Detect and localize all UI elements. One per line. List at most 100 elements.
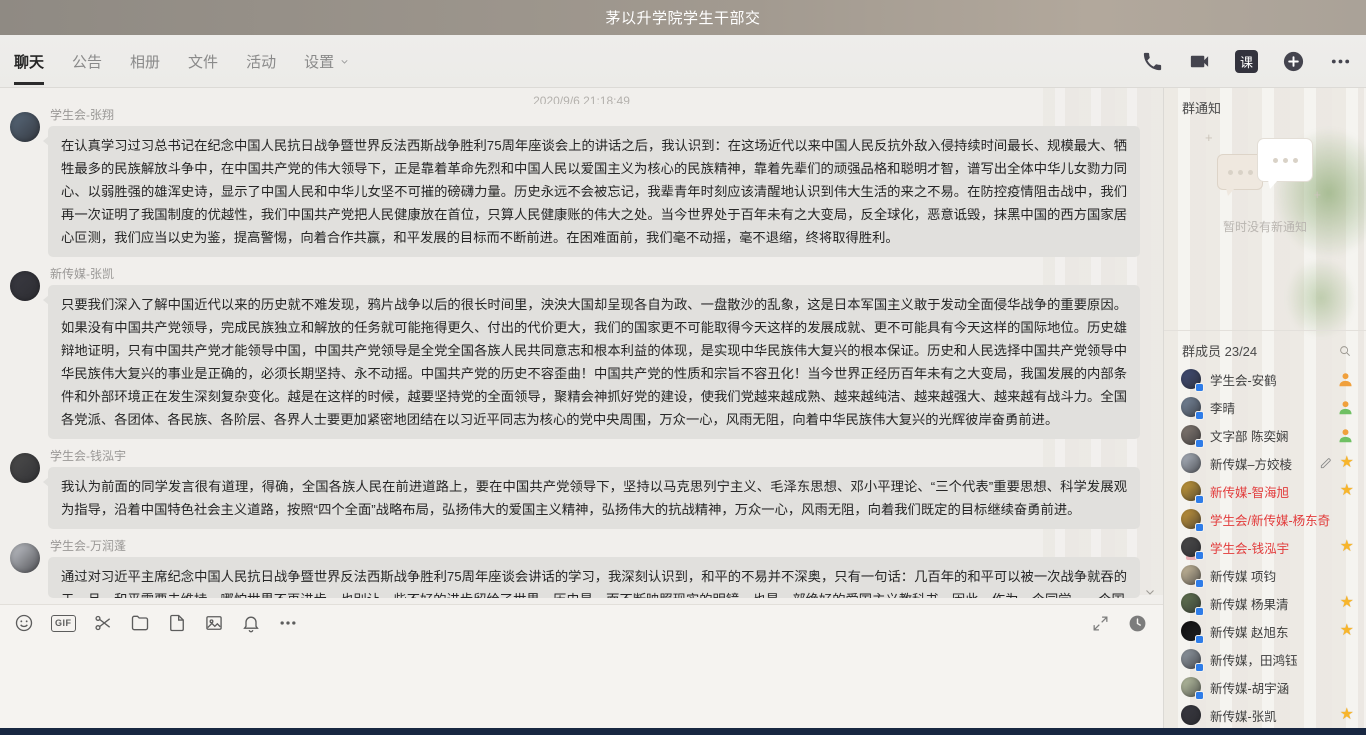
avatar[interactable] bbox=[10, 112, 40, 142]
mobile-online-badge bbox=[1195, 439, 1204, 448]
image-icon[interactable] bbox=[204, 613, 224, 633]
group-admin-icon bbox=[1337, 399, 1354, 416]
class-icon[interactable]: 课 bbox=[1235, 50, 1258, 73]
mobile-online-badge bbox=[1195, 551, 1204, 560]
member-name: 学生会-钱泓宇 bbox=[1210, 538, 1340, 557]
avatar bbox=[1181, 593, 1201, 613]
member-item[interactable]: 学生会-钱泓宇★ bbox=[1164, 533, 1366, 561]
voice-call-icon[interactable] bbox=[1141, 50, 1164, 73]
member-name: 李晴 bbox=[1210, 398, 1337, 417]
video-call-icon[interactable] bbox=[1188, 50, 1211, 73]
tab-label: 相册 bbox=[130, 51, 160, 72]
tab-chat[interactable]: 聊天 bbox=[14, 35, 44, 87]
message-bubble: 我认为前面的同学发言很有道理，得确，全国各族人民在前进道路上，要在中国共产党领导… bbox=[48, 467, 1140, 529]
chat-panel: 2020/9/6 21:18:49 学生会-张翔在认真学习过习总书记在纪念中国人… bbox=[0, 88, 1163, 735]
message-sender[interactable]: 新传媒-张凯 bbox=[50, 267, 1143, 281]
member-name: 新传媒–方姣棱 bbox=[1210, 454, 1319, 473]
top-actions: 课 bbox=[1141, 35, 1352, 87]
tab-activity[interactable]: 活动 bbox=[246, 35, 276, 87]
member-item[interactable]: 新传媒-胡宇涵 bbox=[1164, 673, 1366, 701]
expand-icon[interactable] bbox=[1091, 614, 1110, 633]
tab-announcement[interactable]: 公告 bbox=[72, 35, 102, 87]
member-item[interactable]: 新传媒–方姣棱 ★ bbox=[1164, 449, 1366, 477]
message-list[interactable]: 2020/9/6 21:18:49 学生会-张翔在认真学习过习总书记在纪念中国人… bbox=[0, 88, 1163, 603]
composer: GIF 关闭(C) 发送(S) bbox=[0, 605, 1163, 735]
member-item[interactable]: 学生会-安鹤 bbox=[1164, 365, 1366, 393]
message-input[interactable] bbox=[0, 641, 1163, 689]
gif-icon[interactable]: GIF bbox=[51, 615, 76, 632]
tab-label: 公告 bbox=[72, 51, 102, 72]
tab-files[interactable]: 文件 bbox=[188, 35, 218, 87]
avatar[interactable] bbox=[10, 453, 40, 483]
message-bubble: 在认真学习过习总书记在纪念中国人民抗日战争暨世界反法西斯战争胜利75周年座谈会上… bbox=[48, 126, 1140, 257]
star-badge-icon: ★ bbox=[1340, 539, 1354, 555]
emoji-icon[interactable] bbox=[14, 613, 34, 633]
search-icon[interactable] bbox=[1338, 344, 1352, 358]
tab-bar: 聊天 公告 相册 文件 活动 设置 bbox=[0, 35, 378, 87]
mobile-online-badge bbox=[1195, 411, 1204, 420]
member-name: 文字部 陈奕娴 bbox=[1210, 426, 1337, 445]
group-owner-icon bbox=[1337, 371, 1354, 388]
composer-toolbar: GIF bbox=[0, 605, 1163, 641]
mobile-online-badge bbox=[1195, 579, 1204, 588]
chat-message: 学生会-万润蓬通过对习近平主席纪念中国人民抗日战争暨世界反法西斯战争胜利75周年… bbox=[0, 539, 1163, 598]
star-badge-icon: ★ bbox=[1340, 707, 1354, 723]
folder-icon[interactable] bbox=[130, 613, 150, 633]
file-icon[interactable] bbox=[167, 613, 187, 633]
tab-album[interactable]: 相册 bbox=[130, 35, 160, 87]
mobile-online-badge bbox=[1195, 523, 1204, 532]
members-count: 群成员 23/24 bbox=[1182, 341, 1338, 360]
mobile-online-badge bbox=[1195, 383, 1204, 392]
add-icon[interactable] bbox=[1282, 50, 1305, 73]
avatar[interactable] bbox=[10, 271, 40, 301]
top-bar: 聊天 公告 相册 文件 活动 设置 课 bbox=[0, 35, 1366, 88]
avatar bbox=[1181, 425, 1201, 445]
member-item[interactable]: 新传媒，田鸿钰 bbox=[1164, 645, 1366, 673]
star-badge-icon: ★ bbox=[1340, 623, 1354, 639]
more-icon[interactable] bbox=[1329, 50, 1352, 73]
tab-label: 文件 bbox=[188, 51, 218, 72]
message-sender[interactable]: 学生会-万润蓬 bbox=[50, 539, 1143, 553]
member-item[interactable]: 新传媒-智海旭★ bbox=[1164, 477, 1366, 505]
tab-label: 设置 bbox=[304, 51, 334, 72]
member-item[interactable]: 学生会/新传媒-杨东奇 bbox=[1164, 505, 1366, 533]
window-title: 茅以升学院学生干部交 bbox=[605, 7, 760, 28]
member-item[interactable]: 新传媒 项钧 bbox=[1164, 561, 1366, 589]
composer-right-tools bbox=[1091, 605, 1147, 641]
avatar bbox=[1181, 509, 1201, 529]
screenshot-icon[interactable] bbox=[93, 613, 113, 633]
member-list: 学生会-安鹤李晴文字部 陈奕娴新传媒–方姣棱 ★ 新传媒-智海旭★ 学生会/新传媒-杨… bbox=[1164, 365, 1366, 735]
tab-settings[interactable]: 设置 bbox=[304, 35, 350, 87]
star-badge-icon: ★ bbox=[1340, 455, 1354, 471]
mobile-online-badge bbox=[1195, 607, 1204, 616]
bell-icon[interactable] bbox=[241, 613, 261, 633]
member-item[interactable]: 新传媒 赵旭东★ bbox=[1164, 617, 1366, 645]
chat-message: 学生会-钱泓宇我认为前面的同学发言很有道理，得确，全国各族人民在前进道路上，要在… bbox=[0, 449, 1163, 529]
avatar bbox=[1181, 537, 1201, 557]
avatar[interactable] bbox=[10, 543, 40, 573]
member-item[interactable]: 新传媒-张凯★ bbox=[1164, 701, 1366, 729]
member-name: 新传媒 赵旭东 bbox=[1210, 622, 1340, 641]
member-item[interactable]: 李晴 bbox=[1164, 393, 1366, 421]
group-sidebar: 群通知 + + 暂时没有新通知 群成员 23/24 学生会-安鹤李晴文字部 陈奕… bbox=[1163, 88, 1366, 735]
member-name: 新传媒 项钧 bbox=[1210, 566, 1354, 585]
title-bar: 茅以升学院学生干部交 bbox=[0, 0, 1366, 35]
avatar bbox=[1181, 649, 1201, 669]
message-sender[interactable]: 学生会-钱泓宇 bbox=[50, 449, 1143, 463]
scroll-down-icon[interactable] bbox=[1143, 585, 1157, 599]
more-icon[interactable] bbox=[278, 613, 298, 633]
chat-message: 学生会-张翔在认真学习过习总书记在纪念中国人民抗日战争暨世界反法西斯战争胜利75… bbox=[0, 108, 1163, 257]
member-name: 新传媒-胡宇涵 bbox=[1210, 678, 1354, 697]
taskbar-edge bbox=[0, 728, 1366, 735]
chat-message: 新传媒-张凯只要我们深入了解中国近代以来的历史就不难发现，鸦片战争以后的很长时间… bbox=[0, 267, 1163, 439]
member-item[interactable]: 文字部 陈奕娴 bbox=[1164, 421, 1366, 449]
history-icon[interactable] bbox=[1128, 614, 1147, 633]
message-sender[interactable]: 学生会-张翔 bbox=[50, 108, 1143, 122]
chat-bubbles-icon: + + bbox=[1217, 132, 1313, 210]
member-name: 学生会/新传媒-杨东奇 bbox=[1210, 510, 1354, 529]
tab-label: 活动 bbox=[246, 51, 276, 72]
mobile-online-badge bbox=[1195, 635, 1204, 644]
avatar bbox=[1181, 621, 1201, 641]
chevron-down-icon bbox=[339, 56, 350, 67]
member-item[interactable]: 新传媒 杨果清★ bbox=[1164, 589, 1366, 617]
